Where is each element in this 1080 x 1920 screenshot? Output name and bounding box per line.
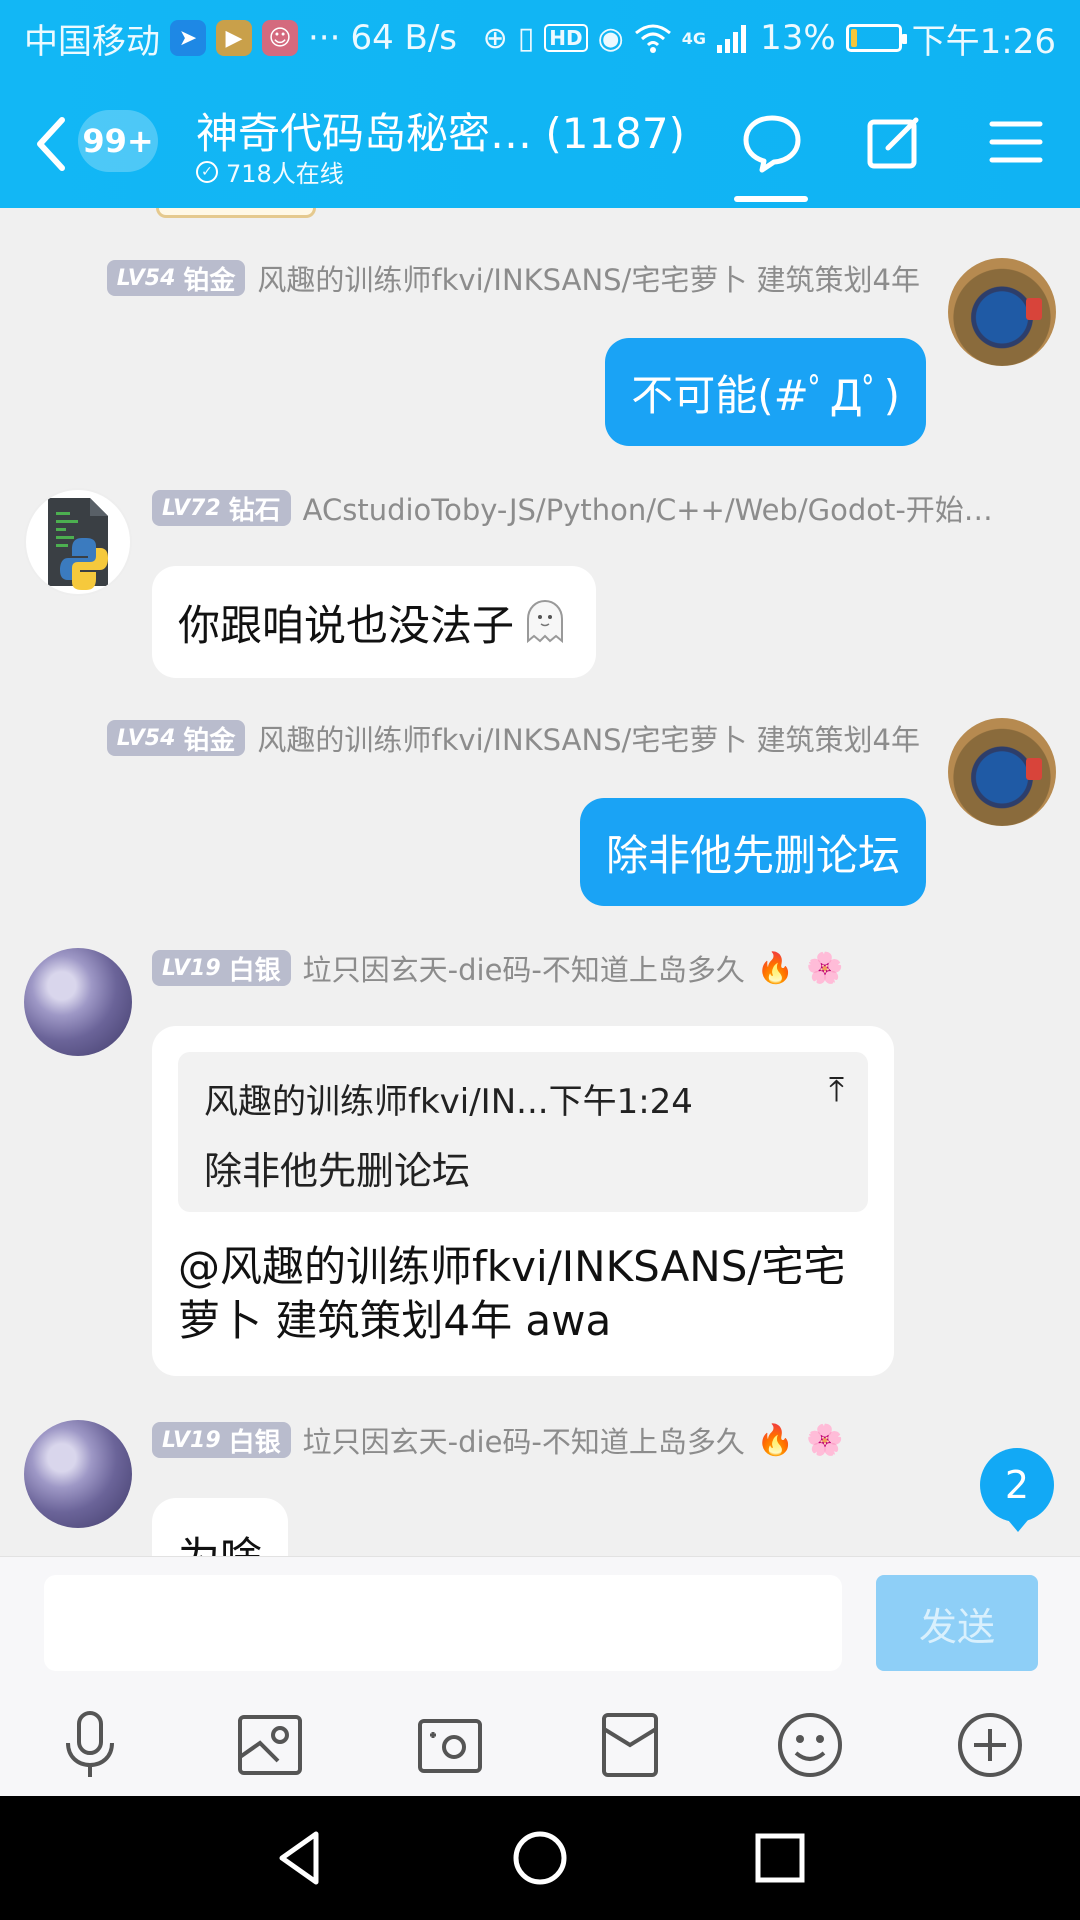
level-badge: LV72 钻石 bbox=[152, 490, 291, 526]
nav-home-icon[interactable] bbox=[508, 1826, 572, 1890]
title-bar: 99+ 神奇代码岛秘密… (1187) ✓ 718人在线 bbox=[0, 96, 1080, 208]
more-notifications-icon: ··· bbox=[308, 18, 341, 58]
plus-icon[interactable] bbox=[952, 1707, 1028, 1783]
message-row: LV72 钻石 ACstudioToby-JS/Python/C++/Web/Go… bbox=[0, 488, 1080, 678]
level-badge: LV54 铂金 bbox=[106, 720, 246, 756]
quoted-text: 除非他先删论坛 bbox=[204, 1149, 471, 1193]
back-arrow-icon[interactable] bbox=[30, 114, 70, 174]
emoji-icon[interactable] bbox=[772, 1707, 848, 1783]
new-messages-badge[interactable]: 2 bbox=[980, 1448, 1054, 1532]
battery-fill bbox=[850, 29, 857, 47]
vibrate-icon: ▯ bbox=[517, 20, 535, 56]
app-header: 中国移动 ➤ ▶ ☺ ··· 64 B/s ⊕ ▯ HD ◉ 4G 13% 下午… bbox=[0, 0, 1080, 208]
sender-meta: LV54 铂金 风趣的训练师fkvi/INKSANS/宅宅萝卜 建筑策划4年 bbox=[106, 717, 920, 759]
sender-name[interactable]: 风趣的训练师fkvi/INKSANS/宅宅萝卜 建筑策划4年 bbox=[257, 717, 920, 759]
avatar[interactable] bbox=[948, 258, 1056, 366]
sender-name[interactable]: 垃只因玄天-die码-不知道上岛多久 bbox=[303, 1419, 745, 1461]
eye-comfort-icon: ◉ bbox=[597, 20, 624, 56]
microphone-icon[interactable] bbox=[52, 1707, 128, 1783]
message-bubble[interactable]: 不可能(#ﾟДﾟ) bbox=[605, 338, 926, 446]
message-row: LV54 铂金 风趣的训练师fkvi/INKSANS/宅宅萝卜 建筑策划4年 除非… bbox=[0, 718, 1080, 918]
flower-emoji-icon: 🌸 bbox=[806, 1422, 844, 1458]
clock: 下午1:26 bbox=[911, 21, 1056, 62]
online-count-label: 718人在线 bbox=[226, 160, 344, 188]
unread-count-badge[interactable]: 99+ bbox=[78, 110, 158, 172]
carrier-label: 中国移动 bbox=[24, 21, 160, 62]
message-list[interactable]: LV54 铂金 风趣的训练师fkvi/INKSANS/宅宅萝卜 建筑策划4年 不可… bbox=[0, 208, 1080, 1556]
battery-percent: 13% bbox=[760, 18, 836, 58]
network-type: 4G bbox=[681, 28, 707, 48]
group-title[interactable]: 神奇代码岛秘密… (1187) bbox=[196, 100, 716, 161]
signal-icon bbox=[716, 23, 750, 53]
sender-name[interactable]: 垃只因玄天-die码-不知道上岛多久 bbox=[303, 947, 745, 989]
avatar[interactable] bbox=[24, 948, 132, 1056]
hd-icon: HD bbox=[544, 24, 588, 52]
message-input[interactable] bbox=[44, 1575, 842, 1671]
sender-name[interactable]: ACstudioToby-JS/Python/C++/Web/Godot-开始… bbox=[303, 487, 993, 529]
avatar[interactable] bbox=[948, 718, 1056, 826]
quoted-message[interactable]: 风趣的训练师fkvi/IN...下午1:24 ⤒ 除非他先删论坛 bbox=[178, 1052, 868, 1212]
reply-message-bubble[interactable]: 风趣的训练师fkvi/IN...下午1:24 ⤒ 除非他先删论坛 @风趣的训练师… bbox=[152, 1026, 894, 1376]
jump-to-quote-icon[interactable]: ⤒ bbox=[829, 1070, 844, 1110]
avatar[interactable] bbox=[24, 1420, 132, 1528]
level-badge: LV19 白银 bbox=[152, 950, 291, 986]
app-notification-icon: ➤ bbox=[170, 20, 206, 56]
wifi-icon bbox=[634, 23, 672, 53]
sender-name[interactable]: 风趣的训练师fkvi/INKSANS/宅宅萝卜 建筑策划4年 bbox=[257, 257, 920, 299]
previous-message-edge bbox=[156, 208, 316, 218]
status-bar: 中国移动 ➤ ▶ ☺ ··· 64 B/s ⊕ ▯ HD ◉ 4G 13% 下午… bbox=[0, 0, 1080, 76]
send-button[interactable]: 发送 bbox=[876, 1575, 1038, 1671]
python-file-icon bbox=[48, 498, 108, 590]
level-badge: LV54 铂金 bbox=[106, 260, 246, 296]
social-app-icon: ☺ bbox=[262, 20, 298, 56]
message-row: LV54 铂金 风趣的训练师fkvi/INKSANS/宅宅萝卜 建筑策划4年 不可… bbox=[0, 257, 1080, 446]
active-tab-indicator bbox=[734, 196, 808, 202]
level-badge: LV19 白银 bbox=[152, 1422, 291, 1458]
fire-emoji-icon: 🔥 bbox=[756, 1422, 795, 1458]
online-count[interactable]: ✓ 718人在线 bbox=[196, 154, 344, 189]
check-circle-icon: ✓ bbox=[196, 160, 218, 183]
network-speed: 64 B/s bbox=[350, 18, 458, 58]
avatar[interactable] bbox=[24, 488, 132, 596]
sender-meta: LV72 钻石 ACstudioToby-JS/Python/C++/Web/Go… bbox=[152, 488, 993, 528]
red-packet-icon[interactable] bbox=[592, 1707, 668, 1783]
message-text: 你跟咱说也没法子 bbox=[178, 600, 515, 650]
quoted-header: 风趣的训练师fkvi/IN...下午1:24 bbox=[204, 1082, 693, 1122]
sender-meta: LV54 铂金 风趣的训练师fkvi/INKSANS/宅宅萝卜 建筑策划4年 bbox=[106, 257, 920, 299]
chat-bubble-icon[interactable] bbox=[740, 110, 804, 174]
camera-icon[interactable] bbox=[412, 1707, 488, 1783]
image-icon[interactable] bbox=[232, 1707, 308, 1783]
message-row: LV19白银 垃只因玄天-die码-不知道上岛多久 🔥 🌸 为啥 bbox=[0, 1420, 1080, 1556]
nav-recents-icon[interactable] bbox=[748, 1826, 812, 1890]
sender-meta: LV19 白银 垃只因玄天-die码-不知道上岛多久 🔥 🌸 bbox=[152, 948, 844, 988]
flower-emoji-icon: 🌸 bbox=[806, 950, 844, 986]
input-bar: 发送 bbox=[0, 1556, 1080, 1796]
message-bubble[interactable]: 除非他先删论坛 bbox=[579, 798, 926, 906]
message-text: @风趣的训练师fkvi/INKSANS/宅宅萝卜 建筑策划4年 awa bbox=[178, 1242, 846, 1345]
system-navigation-bar bbox=[0, 1796, 1080, 1920]
data-saver-icon: ⊕ bbox=[482, 20, 508, 56]
ghost-emoji-icon bbox=[527, 599, 564, 644]
message-bubble[interactable]: 为啥 bbox=[152, 1498, 289, 1556]
edit-icon[interactable] bbox=[862, 110, 926, 174]
sender-meta: LV19 白银 垃只因玄天-die码-不知道上岛多久 🔥 🌸 bbox=[152, 1420, 844, 1460]
message-row: LV19 白银 垃只因玄天-die码-不知道上岛多久 🔥 🌸 风趣的训练师fkvi… bbox=[0, 948, 1080, 1378]
fire-emoji-icon: 🔥 bbox=[756, 950, 795, 986]
nav-back-icon[interactable] bbox=[268, 1826, 332, 1890]
battery-icon bbox=[845, 24, 907, 52]
menu-icon[interactable] bbox=[984, 110, 1048, 174]
video-app-icon: ▶ bbox=[216, 20, 252, 56]
message-bubble[interactable]: 你跟咱说也没法子 bbox=[152, 566, 597, 678]
